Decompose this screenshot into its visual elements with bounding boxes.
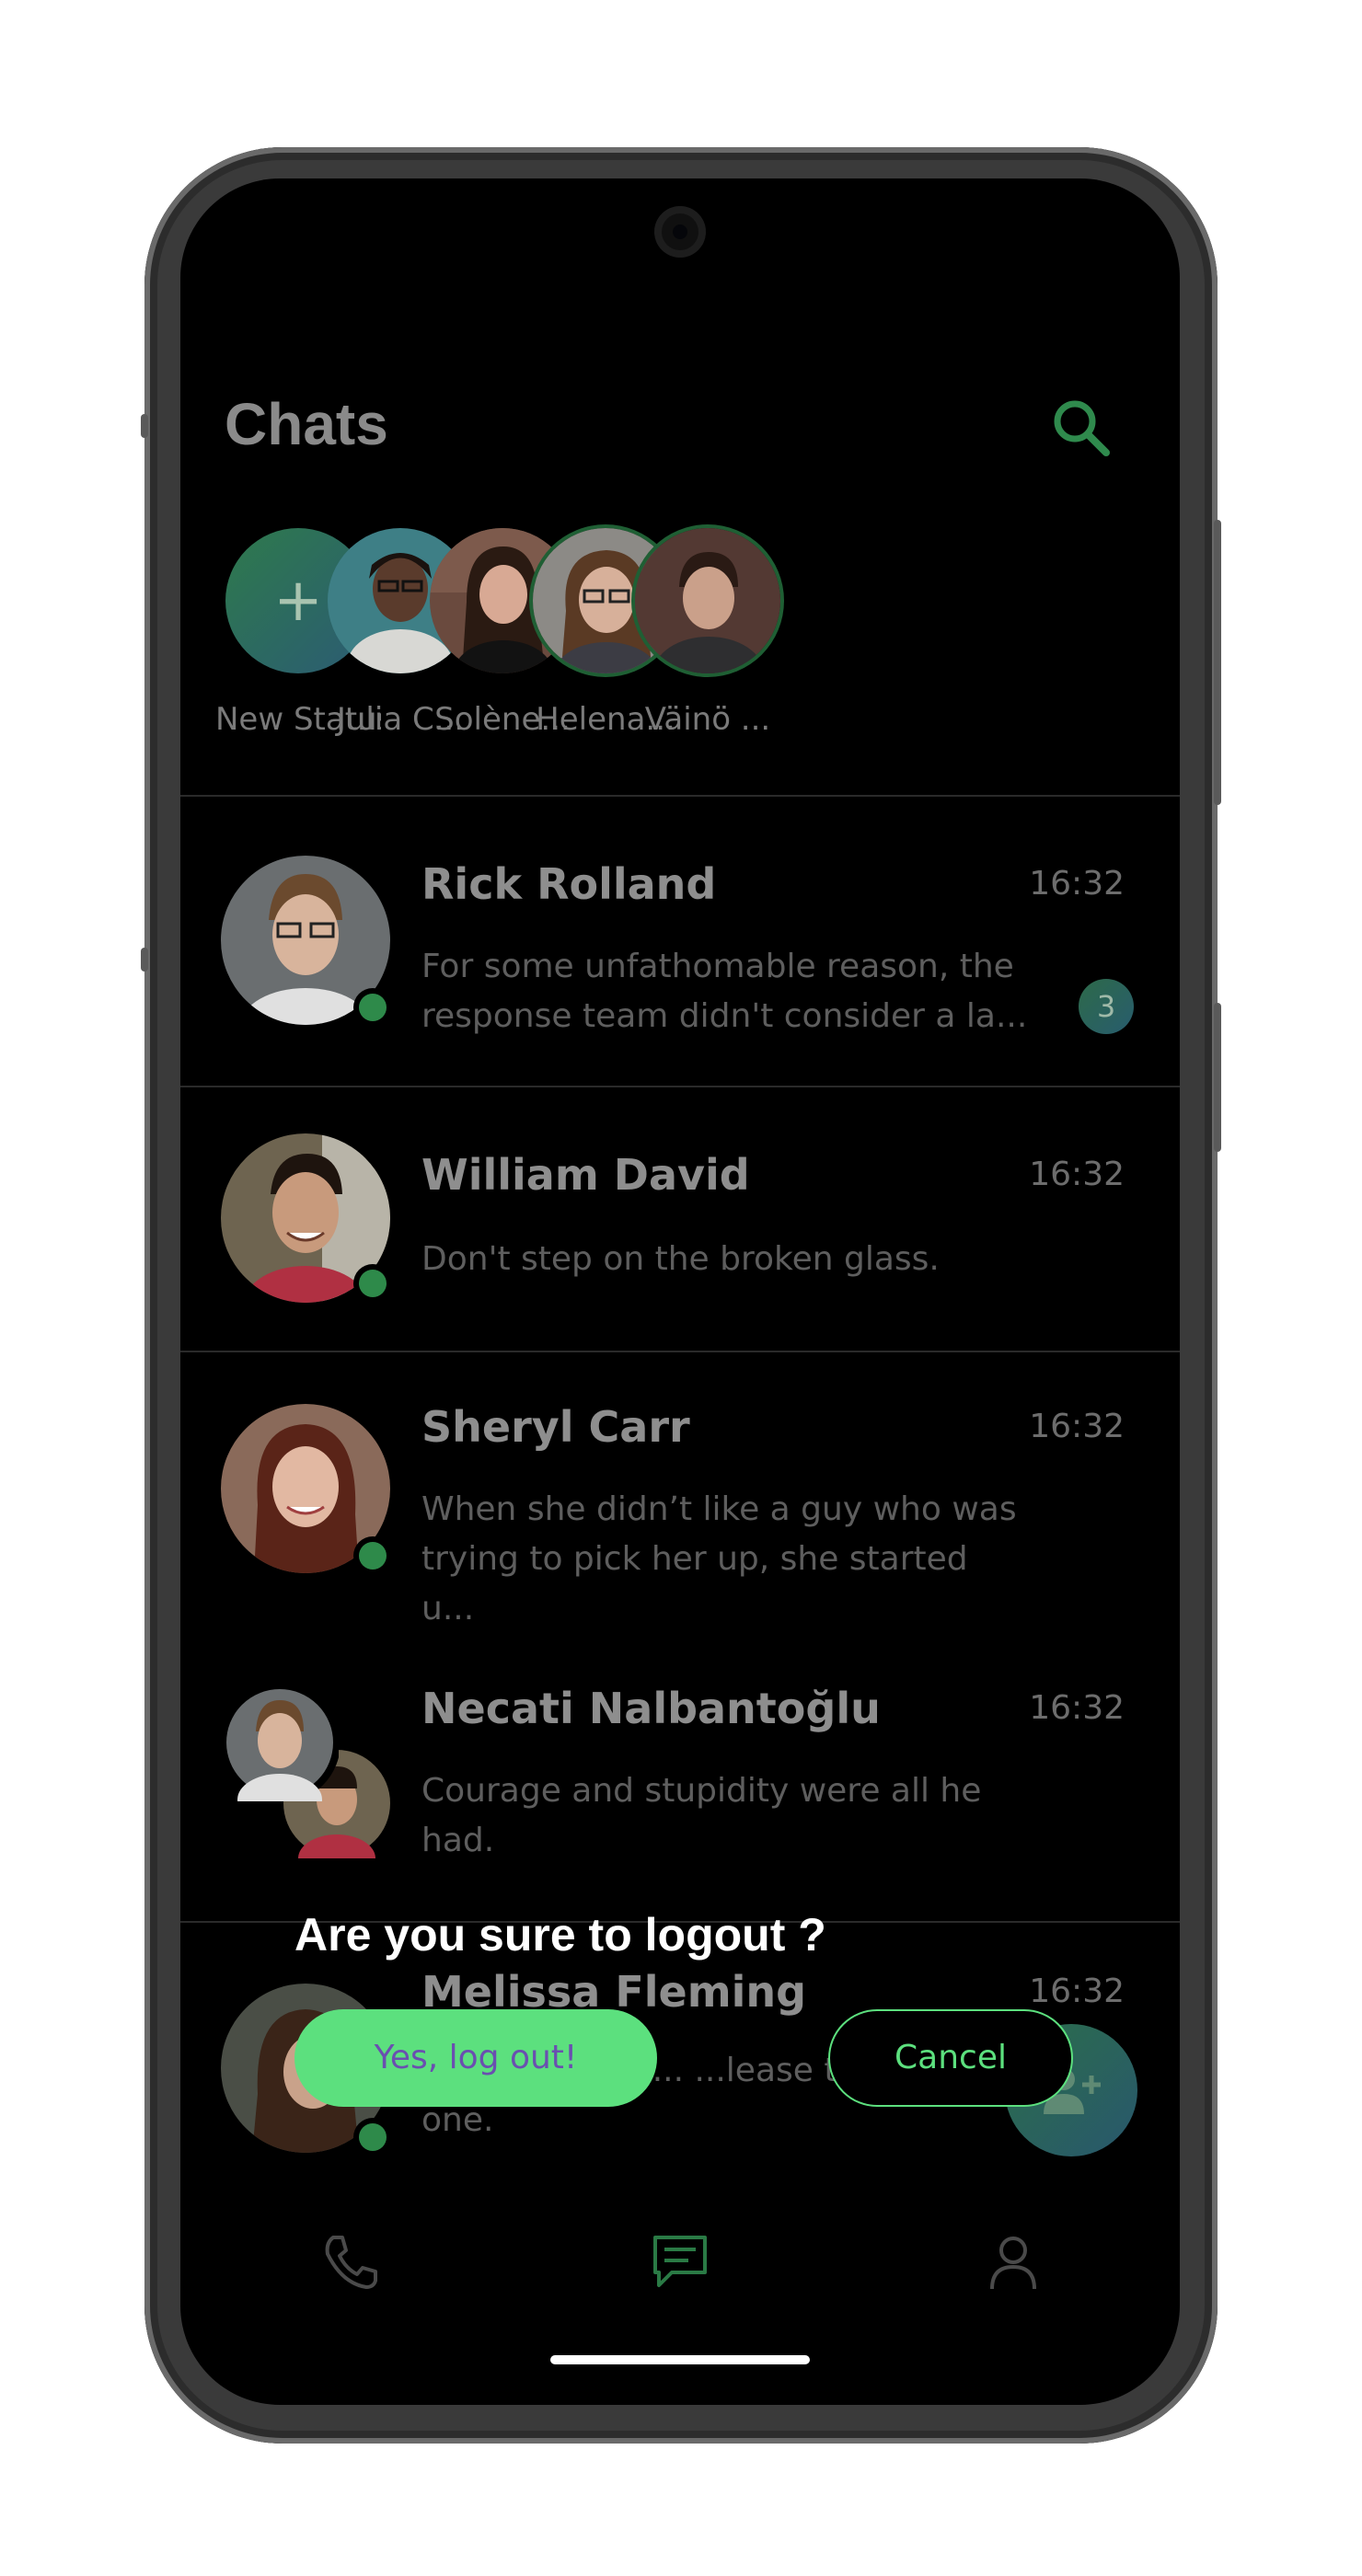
chat-preview: When she didn’t like a guy who was tryin… [421, 1490, 1017, 1627]
plus-icon: + [273, 567, 323, 635]
chat-item[interactable]: Rick Rolland 16:32 For some unfathomable… [180, 804, 1180, 1080]
volume-button [1214, 520, 1221, 805]
profile-icon[interactable] [981, 2230, 1045, 2294]
chat-time: 16:32 [1029, 1408, 1125, 1445]
chat-item[interactable]: William David 16:32 Don't step on the br… [180, 1089, 1180, 1356]
avatar [635, 528, 780, 710]
confirm-logout-button[interactable]: Yes, log out! [294, 2009, 657, 2107]
chat-name: William David [421, 1150, 750, 1200]
dialog-title: Are you sure to logout ? [294, 1909, 826, 1961]
online-indicator [359, 994, 387, 1021]
status-label: Väinö ... [644, 701, 771, 738]
chat-time: 16:32 [1029, 1972, 1125, 2010]
chat-item-group[interactable]: Necati Nalbantoğlu 16:32 Courage and stu… [180, 1641, 1180, 1917]
status-item[interactable]: Väinö ... [625, 528, 791, 738]
search-icon[interactable] [1049, 396, 1114, 460]
side-notch [141, 948, 148, 972]
chat-name: Sheryl Carr [421, 1402, 690, 1452]
chat-preview: For some unfathomable reason, the respon… [421, 948, 1028, 1035]
divider [180, 1351, 1180, 1352]
chat-time: 16:32 [1029, 865, 1125, 903]
front-camera [654, 206, 706, 258]
app-screen: Chats + New Status Julia C... Solène... … [180, 178, 1180, 2405]
cancel-button[interactable]: Cancel [828, 2009, 1073, 2107]
page-title: Chats [225, 391, 388, 457]
power-button [1214, 1003, 1221, 1152]
online-indicator [359, 2123, 387, 2151]
chat-preview: Courage and stupidity were all he had. [421, 1772, 982, 1859]
chat-time: 16:32 [1029, 1156, 1125, 1193]
phone-icon[interactable] [318, 2230, 383, 2294]
divider [180, 1086, 1180, 1087]
chat-item[interactable]: Sheryl Carr 16:32 When she didn’t like a… [180, 1356, 1180, 1632]
chat-time: 16:32 [1029, 1689, 1125, 1727]
home-indicator [550, 2355, 810, 2364]
online-indicator [359, 1270, 387, 1297]
chat-preview: Don't step on the broken glass. [421, 1240, 940, 1278]
divider [180, 795, 1180, 797]
chat-icon[interactable] [648, 2230, 712, 2294]
chat-name: Rick Rolland [421, 859, 717, 909]
side-notch [141, 414, 148, 438]
unread-badge: 3 [1079, 979, 1134, 1034]
group-avatar-primary [221, 1684, 339, 1801]
chat-name: Necati Nalbantoğlu [421, 1684, 881, 1733]
status-ring-unseen [635, 528, 780, 710]
online-indicator [359, 1542, 387, 1570]
